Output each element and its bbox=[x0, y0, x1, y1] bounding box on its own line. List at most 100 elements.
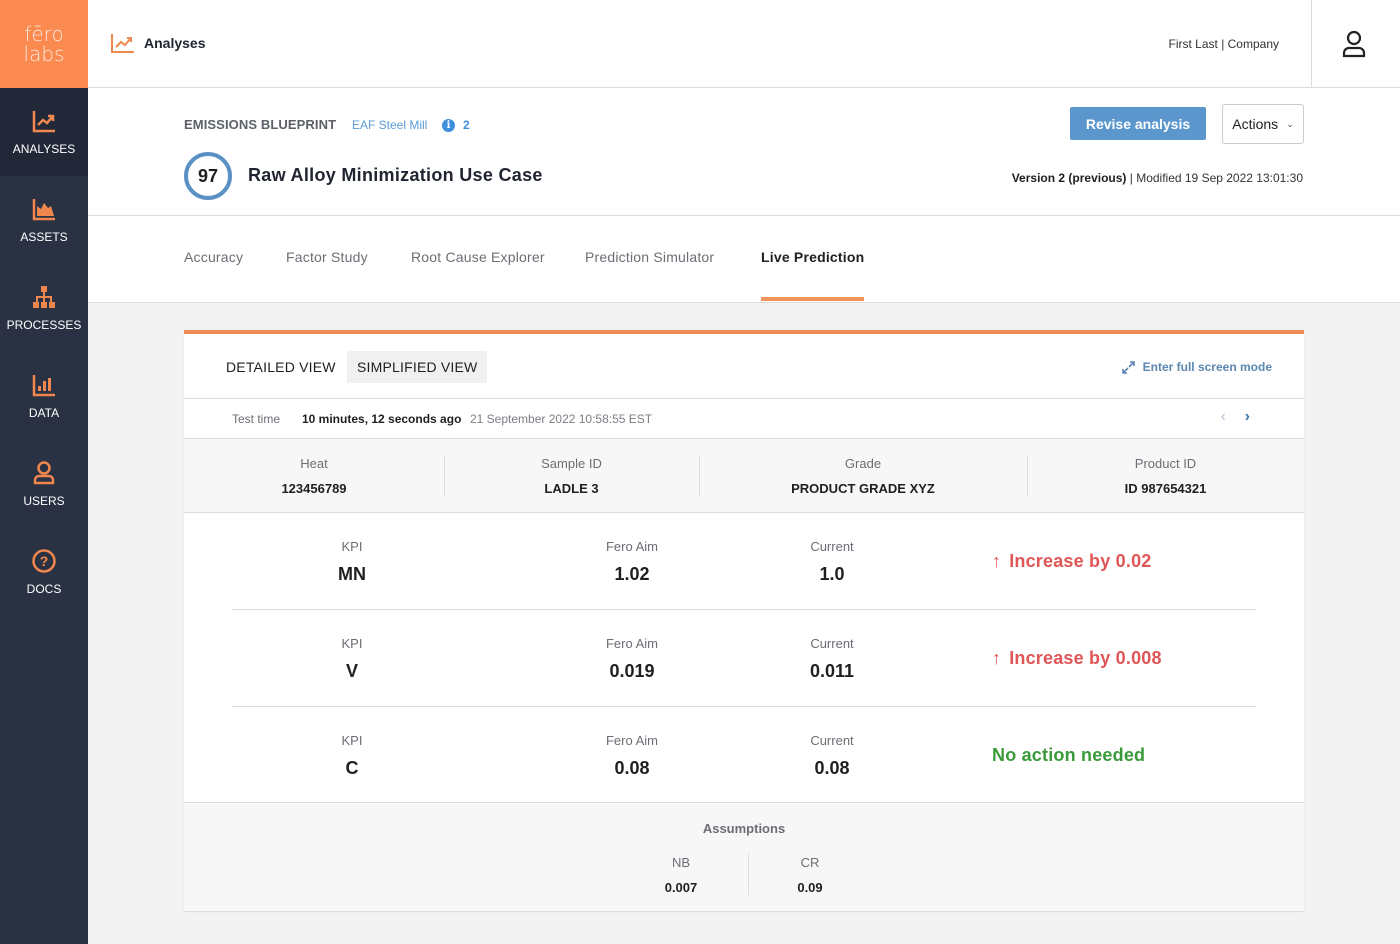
tab-root-cause-explorer[interactable]: Root Cause Explorer bbox=[411, 249, 545, 265]
top-header: Analyses First Last | Company bbox=[88, 0, 1400, 88]
divider bbox=[1311, 0, 1312, 88]
fero-labs-logo[interactable]: fēro labs bbox=[0, 0, 88, 88]
logo-line1: fēro bbox=[24, 22, 64, 46]
processes-icon bbox=[33, 286, 55, 308]
aim-cell: Fero Aim 1.02 bbox=[552, 539, 712, 585]
kpi-label: KPI bbox=[341, 636, 363, 651]
sidebar-item-analyses[interactable]: ANALYSES bbox=[0, 88, 88, 176]
meta-product-id: Product ID ID 987654321 bbox=[1027, 439, 1304, 513]
current-label: Current bbox=[810, 733, 854, 748]
chevron-left-icon[interactable]: ‹ bbox=[1221, 408, 1226, 426]
kpi-row: KPI MN Fero Aim 1.02 Current 1.0 ↑ Increase … bbox=[232, 513, 1256, 610]
fullscreen-button[interactable]: Enter full screen mode bbox=[1121, 360, 1272, 374]
breadcrumb[interactable]: Analyses bbox=[110, 32, 205, 54]
aim-label: Fero Aim bbox=[605, 733, 658, 748]
meta-value: ID 987654321 bbox=[1124, 481, 1207, 496]
simplified-view-button[interactable]: SIMPLIFIED VIEW bbox=[347, 351, 488, 383]
kpi-cell: KPI C bbox=[272, 733, 432, 779]
meta-value: PRODUCT GRADE XYZ bbox=[791, 481, 935, 496]
info-badge[interactable]: i 2 bbox=[438, 114, 474, 136]
data-icon bbox=[32, 375, 55, 397]
aim-value: 0.08 bbox=[614, 758, 650, 778]
sidebar-label: USERS bbox=[23, 494, 65, 508]
user-profile-icon[interactable] bbox=[1341, 30, 1367, 58]
kpi-value: MN bbox=[338, 564, 366, 584]
meta-grade: Grade PRODUCT GRADE XYZ bbox=[699, 439, 1027, 513]
sidebar-item-docs[interactable]: ? DOCS bbox=[0, 528, 88, 616]
revise-analysis-button[interactable]: Revise analysis bbox=[1070, 107, 1206, 140]
kpi-value: V bbox=[345, 661, 358, 681]
current-value: 0.08 bbox=[814, 758, 850, 778]
assumptions-panel: Assumptions NB 0.007 CR 0.09 bbox=[184, 802, 1304, 912]
assumption-item: NB 0.007 bbox=[621, 855, 741, 895]
sidebar: fēro labs ANALYSES ASSETS PROCESSES DATA… bbox=[0, 0, 88, 944]
sidebar-label: DOCS bbox=[26, 582, 62, 596]
sidebar-item-users[interactable]: USERS bbox=[0, 440, 88, 528]
tab-prediction-simulator[interactable]: Prediction Simulator bbox=[585, 249, 714, 265]
score-badge: 97 bbox=[184, 152, 232, 200]
recommendation-text: No action needed bbox=[992, 745, 1146, 765]
aim-cell: Fero Aim 0.08 bbox=[552, 733, 712, 779]
page-title: Raw Alloy Minimization Use Case bbox=[248, 165, 543, 185]
svg-text:?: ? bbox=[40, 553, 49, 569]
current-value: 0.011 bbox=[809, 661, 855, 681]
analysis-tabs: Accuracy Factor Study Root Cause Explore… bbox=[88, 216, 1400, 303]
chevron-right-icon[interactable]: › bbox=[1245, 408, 1250, 426]
sample-meta: Heat 123456789 Sample ID LADLE 3 Grade P… bbox=[184, 439, 1304, 513]
fullscreen-label: Enter full screen mode bbox=[1142, 360, 1272, 374]
divider bbox=[748, 853, 749, 895]
detailed-view-button[interactable]: DETAILED VIEW bbox=[216, 351, 346, 383]
recommendation-text: Increase by 0.02 bbox=[1009, 551, 1152, 571]
arrow-up-icon: ↑ bbox=[992, 551, 1002, 571]
docs-icon: ? bbox=[32, 549, 56, 573]
modified-label: | Modified 19 Sep 2022 13:01:30 bbox=[1126, 171, 1303, 185]
sidebar-label: PROCESSES bbox=[6, 318, 82, 332]
analyses-icon bbox=[32, 111, 55, 133]
version-label: Version 2 (previous) bbox=[1011, 171, 1127, 185]
recommendation: ↑ Increase by 0.02 bbox=[992, 551, 1152, 572]
kpi-label: KPI bbox=[341, 733, 363, 748]
user-company-label: First Last | Company bbox=[1168, 37, 1279, 51]
kpi-row: KPI C Fero Aim 0.08 Current 0.08 No action … bbox=[232, 707, 1256, 804]
actions-dropdown[interactable]: Actions ⌄ bbox=[1222, 104, 1304, 144]
tab-factor-study[interactable]: Factor Study bbox=[286, 249, 368, 265]
kpi-label: KPI bbox=[341, 539, 363, 554]
current-cell: Current 0.08 bbox=[752, 733, 912, 779]
arrow-up-icon: ↑ bbox=[992, 648, 1002, 668]
current-cell: Current 1.0 bbox=[752, 539, 912, 585]
current-label: Current bbox=[810, 539, 854, 554]
meta-label: Sample ID bbox=[541, 456, 602, 471]
aim-label: Fero Aim bbox=[605, 539, 658, 554]
tab-live-prediction[interactable]: Live Prediction bbox=[761, 249, 865, 301]
sidebar-item-data[interactable]: DATA bbox=[0, 352, 88, 440]
aim-cell: Fero Aim 0.019 bbox=[552, 636, 712, 682]
current-label: Current bbox=[810, 636, 854, 651]
site-link[interactable]: EAF Steel Mill bbox=[352, 118, 427, 132]
current-cell: Current 0.011 bbox=[752, 636, 912, 682]
current-value: 1.0 bbox=[819, 564, 845, 584]
sidebar-item-processes[interactable]: PROCESSES bbox=[0, 264, 88, 352]
analyses-icon bbox=[111, 34, 134, 53]
test-time-ago: 10 minutes, 12 seconds ago bbox=[302, 412, 462, 426]
meta-heat: Heat 123456789 bbox=[184, 439, 444, 513]
users-icon bbox=[33, 461, 55, 485]
aim-label: Fero Aim bbox=[605, 636, 658, 651]
aim-value: 0.019 bbox=[609, 661, 655, 681]
chevron-down-icon: ⌄ bbox=[1286, 118, 1294, 129]
assumption-label: NB bbox=[671, 855, 691, 870]
test-time-label: Test time bbox=[232, 412, 281, 426]
sidebar-item-assets[interactable]: ASSETS bbox=[0, 176, 88, 264]
meta-value: LADLE 3 bbox=[544, 481, 599, 496]
actions-label: Actions bbox=[1232, 116, 1279, 132]
logo-line2: labs bbox=[23, 42, 65, 66]
meta-label: Product ID bbox=[1134, 456, 1197, 471]
kpi-cell: KPI MN bbox=[272, 539, 432, 585]
assumptions-title: Assumptions bbox=[702, 821, 786, 836]
assumption-value: 0.007 bbox=[664, 880, 698, 895]
assumption-item: CR 0.09 bbox=[750, 855, 870, 895]
recommendation: ↑ Increase by 0.008 bbox=[992, 648, 1162, 669]
kpi-cell: KPI V bbox=[272, 636, 432, 682]
meta-label: Heat bbox=[300, 456, 328, 471]
tab-accuracy[interactable]: Accuracy bbox=[184, 249, 243, 265]
assumption-value: 0.09 bbox=[797, 880, 823, 895]
